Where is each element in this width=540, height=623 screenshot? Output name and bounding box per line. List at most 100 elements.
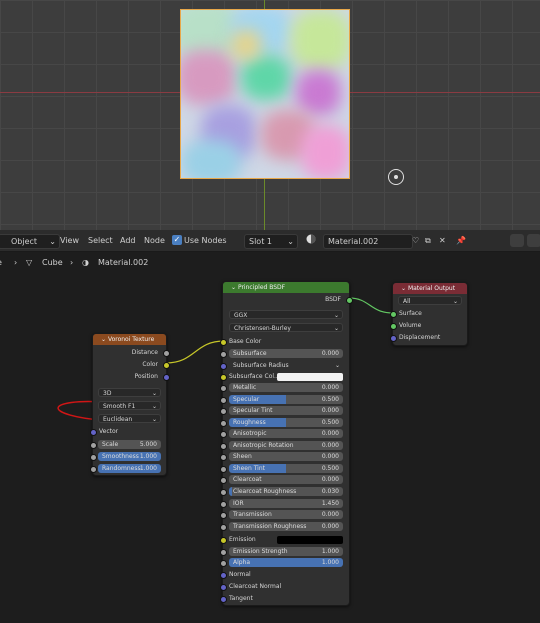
- output-title: Material Output: [407, 285, 456, 292]
- scale-field[interactable]: Scale 5.000: [98, 440, 161, 449]
- transmission-roughness-field[interactable]: Transmission Roughness 0.000: [229, 521, 343, 531]
- tangent-socket[interactable]: [220, 596, 227, 603]
- subsurface-method-dropdown[interactable]: Christensen-Burley ⌄: [229, 323, 343, 332]
- distribution-dropdown[interactable]: GGX ⌄: [229, 310, 343, 319]
- sheen-tint-socket[interactable]: [220, 465, 227, 473]
- randomness-field[interactable]: Randomness 1.000: [98, 464, 161, 473]
- clearcoat-roughness-label: Clearcoat Roughness: [233, 487, 297, 495]
- clearcoat-normal-socket[interactable]: [220, 584, 227, 591]
- anisotropic-rotation-value: 0.000: [321, 441, 339, 449]
- metallic-field[interactable]: Metallic 0.000: [229, 383, 343, 392]
- base-color-socket[interactable]: [220, 339, 227, 346]
- ior-value: 1.450: [321, 499, 339, 507]
- transmission-field[interactable]: Transmission 0.000: [229, 510, 343, 520]
- clearcoat-roughness-fill: [229, 486, 233, 496]
- anisotropic-socket[interactable]: [220, 431, 227, 439]
- roughness-socket[interactable]: [220, 419, 227, 427]
- sheen-tint-value: 0.500: [321, 464, 339, 472]
- specular-tint-field[interactable]: Specular Tint 0.000: [229, 406, 343, 416]
- collapse-icon[interactable]: ⌄: [101, 336, 108, 343]
- ior-socket[interactable]: [220, 500, 227, 508]
- bsdf-output-socket[interactable]: [346, 297, 353, 304]
- sheen-label: Sheen: [233, 453, 252, 461]
- alpha-socket[interactable]: [220, 560, 227, 567]
- scale-socket[interactable]: [90, 442, 97, 449]
- transmission-label: Transmission: [233, 511, 272, 519]
- metallic-socket[interactable]: [220, 385, 227, 392]
- transmission-socket[interactable]: [220, 512, 227, 520]
- anisotropic-field[interactable]: Anisotropic 0.000: [229, 429, 343, 439]
- smoothness-socket[interactable]: [90, 454, 97, 461]
- sheen-tint-label: Sheen Tint: [233, 464, 266, 472]
- subsurface-radius-socket[interactable]: [220, 363, 227, 370]
- clearcoat-label: Clearcoat: [233, 476, 262, 484]
- clearcoat-socket[interactable]: [220, 477, 227, 485]
- chevron-down-icon: ⌄: [151, 416, 157, 423]
- color-socket[interactable]: [163, 362, 170, 369]
- specular-tint-value: 0.000: [321, 407, 339, 415]
- feature-dropdown[interactable]: Smooth F1 ⌄: [98, 401, 161, 410]
- clearcoat-roughness-field[interactable]: Clearcoat Roughness 0.030: [229, 486, 343, 496]
- transmission-roughness-socket[interactable]: [220, 523, 227, 531]
- clearcoat-roughness-socket[interactable]: [220, 488, 227, 496]
- surface-socket[interactable]: [390, 311, 397, 318]
- output-target-dropdown[interactable]: All ⌄: [398, 296, 462, 305]
- output-distance: Distance: [131, 349, 158, 356]
- specular-socket[interactable]: [220, 396, 227, 404]
- normal-socket[interactable]: [220, 572, 227, 579]
- randomness-socket[interactable]: [90, 466, 97, 473]
- distance-socket[interactable]: [163, 350, 170, 357]
- clearcoat-roughness-value: 0.030: [321, 487, 339, 495]
- chevron-down-icon: ⌄: [452, 298, 458, 305]
- emission-socket[interactable]: [220, 537, 227, 544]
- principled-bsdf-node[interactable]: ⌄ Principled BSDF BSDF GGX ⌄ Christensen-…: [220, 281, 353, 606]
- output-node-header[interactable]: ⌄ Material Output: [393, 283, 467, 294]
- transmission-roughness-value: 0.000: [321, 522, 339, 530]
- clearcoat-value: 0.000: [321, 476, 339, 484]
- dimensions-dropdown[interactable]: 3D ⌄: [98, 388, 161, 397]
- alpha-field[interactable]: Alpha 1.000: [229, 558, 343, 567]
- vector-socket[interactable]: [90, 429, 97, 436]
- voronoi-texture-node[interactable]: ⌄ Voronoi Texture Distance Color Positio…: [90, 333, 170, 476]
- distance-metric-dropdown[interactable]: Euclidean ⌄: [98, 414, 161, 423]
- emission-strength-field[interactable]: Emission Strength 1.000: [229, 547, 343, 556]
- bsdf-title: Principled BSDF: [237, 284, 286, 291]
- chevron-down-icon: ⌄: [151, 403, 157, 410]
- voronoi-node-header[interactable]: ⌄ Voronoi Texture: [93, 334, 166, 345]
- roughness-value: 0.500: [321, 418, 339, 426]
- transmission-roughness-label: Transmission Roughness: [233, 522, 307, 530]
- subsurface-field[interactable]: Subsurface 0.000: [229, 349, 343, 358]
- sheen-field[interactable]: Sheen 0.000: [229, 452, 343, 462]
- chevron-down-icon: ⌄: [333, 312, 339, 319]
- collapse-icon[interactable]: ⌄: [231, 284, 238, 291]
- subsurface-socket[interactable]: [220, 351, 227, 358]
- roughness-field[interactable]: Roughness 0.500: [229, 417, 343, 427]
- emission-color-swatch[interactable]: [277, 536, 343, 544]
- sheen-tint-field[interactable]: Sheen Tint 0.500: [229, 463, 343, 473]
- bsdf-node-header[interactable]: ⌄ Principled BSDF: [223, 282, 349, 293]
- normal-label: Normal: [229, 571, 251, 578]
- anisotropic-rotation-field[interactable]: Anisotropic Rotation 0.000: [229, 440, 343, 450]
- specular-tint-socket[interactable]: [220, 408, 227, 416]
- chevron-down-icon: ⌄: [334, 362, 340, 369]
- subsurface-color-socket[interactable]: [220, 374, 227, 381]
- sheen-socket[interactable]: [220, 454, 227, 462]
- anisotropic-rotation-socket[interactable]: [220, 442, 227, 450]
- subsurface-color-swatch[interactable]: [277, 373, 343, 381]
- chevron-down-icon: ⌄: [333, 325, 339, 332]
- collapse-icon[interactable]: ⌄: [401, 285, 408, 292]
- emission-strength-socket[interactable]: [220, 549, 227, 556]
- subsurface-radius-dropdown[interactable]: Subsurface Radius ⌄: [229, 361, 343, 370]
- transmission-value: 0.000: [321, 511, 339, 519]
- clearcoat-field[interactable]: Clearcoat 0.000: [229, 475, 343, 485]
- displacement-socket[interactable]: [390, 335, 397, 342]
- smoothness-field[interactable]: Smoothness 1.000: [98, 452, 161, 461]
- volume-socket[interactable]: [390, 323, 397, 330]
- specular-label: Specular: [233, 395, 260, 403]
- position-socket[interactable]: [163, 374, 170, 381]
- volume-label: Volume: [399, 322, 422, 329]
- material-output-node[interactable]: ⌄ Material Output All ⌄ Surface Volume Di…: [390, 282, 468, 346]
- metallic-label: Metallic: [233, 384, 257, 391]
- specular-field[interactable]: Specular 0.500: [229, 394, 343, 404]
- ior-field[interactable]: IOR 1.450: [229, 498, 343, 508]
